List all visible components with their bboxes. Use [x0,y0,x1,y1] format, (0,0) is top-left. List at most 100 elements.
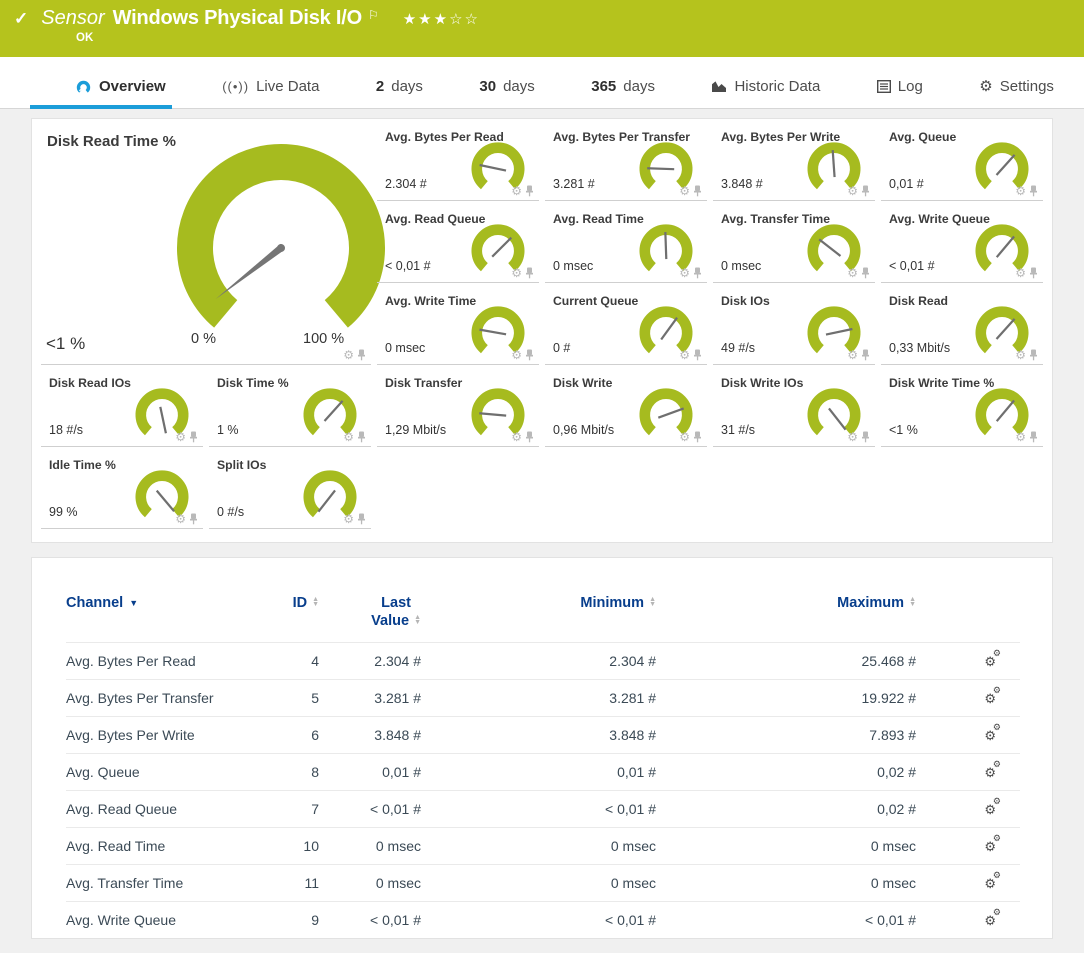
gear-icon[interactable]: ⚙ [847,267,858,279]
gear-icon[interactable]: ⚙ [679,185,690,197]
channel-minimum: 0 msec [421,865,656,902]
channel-settings-icon[interactable]: ⚙⚙ [984,912,996,928]
channel-name: Avg. Read Queue [66,791,256,828]
pin-icon[interactable] [1029,185,1038,197]
pin-icon[interactable] [189,431,198,443]
table-row: Avg. Read Time 10 0 msec 0 msec 0 msec ⚙… [66,828,1020,865]
pin-icon[interactable] [693,267,702,279]
column-label: Value [371,613,409,629]
column-header-maximum[interactable]: Maximum▲▼ [656,594,916,643]
channel-last-value: < 0,01 # [319,902,421,939]
tab-number: 30 [479,78,496,95]
gear-icon[interactable]: ⚙ [847,185,858,197]
gear-icon[interactable]: ⚙ [343,513,354,525]
pin-icon[interactable] [861,349,870,361]
sort-icon: ▲▼ [312,597,319,607]
gear-icon[interactable]: ⚙ [847,431,858,443]
pin-icon[interactable] [525,349,534,361]
channel-gauge-cell: Avg. Write Time 0 msec ⚙ [377,283,539,365]
flag-icon[interactable]: ⚐ [368,8,379,22]
primary-gauge-value: <1 % [46,334,85,354]
pin-icon[interactable] [357,513,366,525]
column-label: Channel [66,595,123,611]
gear-icon[interactable]: ⚙ [511,267,522,279]
gear-icon[interactable]: ⚙ [343,431,354,443]
gauge-max-label: 100 % [303,331,344,347]
pin-icon[interactable] [693,185,702,197]
channel-name: Avg. Bytes Per Read [66,643,256,680]
channel-minimum: 0,01 # [421,754,656,791]
channel-id: 10 [256,828,319,865]
gear-icon[interactable]: ⚙ [511,431,522,443]
channel-gauge-cell: Split IOs 0 #/s ⚙ [209,447,371,529]
table-row: Avg. Bytes Per Write 6 3.848 # 3.848 # 7… [66,717,1020,754]
tab-2-days[interactable]: 2 days [376,78,423,108]
column-header-last-value[interactable]: Last Value▲▼ [319,594,421,643]
tab-label: Live Data [256,78,319,95]
tab-overview[interactable]: Overview [75,78,166,108]
pin-icon[interactable] [525,267,534,279]
column-header-channel[interactable]: Channel▼ [66,594,256,643]
gear-icon[interactable]: ⚙ [1015,267,1026,279]
gear-icon[interactable]: ⚙ [175,431,186,443]
pin-icon[interactable] [189,513,198,525]
channel-last-value: 2.304 # [319,643,421,680]
tab-settings[interactable]: ⚙ Settings [979,78,1054,108]
gear-icon[interactable]: ⚙ [1015,349,1026,361]
tab-30-days[interactable]: 30 days [479,78,534,108]
column-header-id[interactable]: ID▲▼ [256,594,319,643]
channel-settings-icon[interactable]: ⚙⚙ [984,838,996,854]
channel-settings-icon[interactable]: ⚙⚙ [984,653,996,669]
tab-365-days[interactable]: 365 days [591,78,655,108]
table-row: Avg. Bytes Per Transfer 5 3.281 # 3.281 … [66,680,1020,717]
stars-empty[interactable]: ☆☆ [449,11,480,28]
channel-gauge-value: 0 msec [385,341,425,355]
gear-icon[interactable]: ⚙ [511,185,522,197]
channel-minimum: < 0,01 # [421,902,656,939]
channel-settings-icon[interactable]: ⚙⚙ [984,727,996,743]
pin-icon[interactable] [525,185,534,197]
gear-icon[interactable]: ⚙ [343,349,354,361]
channel-name: Avg. Write Queue [66,902,256,939]
log-icon [877,80,891,93]
pin-icon[interactable] [1029,267,1038,279]
channel-last-value: 0,01 # [319,754,421,791]
gear-icon[interactable]: ⚙ [679,267,690,279]
channel-settings-icon[interactable]: ⚙⚙ [984,764,996,780]
stars-filled[interactable]: ★★★ [403,11,449,28]
gear-icon[interactable]: ⚙ [175,513,186,525]
tab-live-data[interactable]: ((•)) Live Data [222,78,319,108]
gear-icon[interactable]: ⚙ [679,431,690,443]
pin-icon[interactable] [861,185,870,197]
priority-rating[interactable]: ★★★☆☆ [403,10,480,28]
gear-icon[interactable]: ⚙ [1015,185,1026,197]
table-row: Avg. Transfer Time 11 0 msec 0 msec 0 ms… [66,865,1020,902]
pin-icon[interactable] [693,349,702,361]
pin-icon[interactable] [525,431,534,443]
channel-id: 6 [256,717,319,754]
tab-log[interactable]: Log [877,78,923,108]
channel-minimum: 0 msec [421,828,656,865]
tab-historic-data[interactable]: Historic Data [711,78,820,108]
pin-icon[interactable] [357,431,366,443]
pin-icon[interactable] [693,431,702,443]
channel-settings-icon[interactable]: ⚙⚙ [984,690,996,706]
pin-icon[interactable] [1029,349,1038,361]
pin-icon[interactable] [861,267,870,279]
pin-icon[interactable] [357,349,366,361]
channel-settings-icon[interactable]: ⚙⚙ [984,875,996,891]
channel-settings-icon[interactable]: ⚙⚙ [984,801,996,817]
column-header-minimum[interactable]: Minimum▲▼ [421,594,656,643]
column-label: Maximum [837,595,904,611]
pin-icon[interactable] [861,431,870,443]
gear-icon[interactable]: ⚙ [1015,431,1026,443]
channel-gauge-value: 1,29 Mbit/s [385,423,446,437]
channel-gauge-cell: Avg. Read Queue < 0,01 # ⚙ [377,201,539,283]
gear-icon[interactable]: ⚙ [511,349,522,361]
gear-icon[interactable]: ⚙ [847,349,858,361]
gear-icon[interactable]: ⚙ [679,349,690,361]
column-label: Minimum [580,595,644,611]
channel-gauge-value: 18 #/s [49,423,83,437]
pin-icon[interactable] [1029,431,1038,443]
channel-gauge-value: 49 #/s [721,341,755,355]
